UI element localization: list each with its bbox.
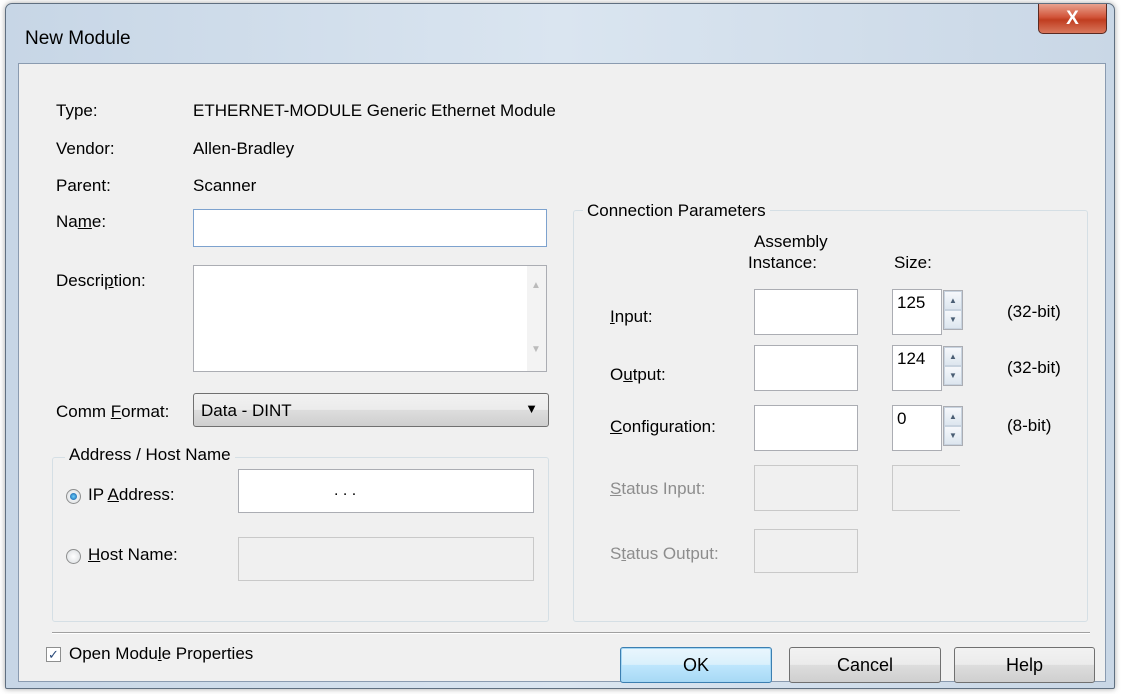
configuration-size-spinner[interactable]: ▲ ▼ bbox=[943, 406, 963, 446]
address-group-legend: Address / Host Name bbox=[65, 445, 235, 465]
check-icon: ✓ bbox=[48, 646, 59, 662]
comm-format-select[interactable]: Data - DINT ▼ bbox=[193, 393, 549, 427]
spin-down-icon[interactable]: ▼ bbox=[944, 310, 962, 329]
status-output-label: Status Output: bbox=[610, 544, 719, 563]
help-button[interactable]: Help bbox=[954, 647, 1095, 683]
input-assembly-instance[interactable] bbox=[754, 289, 858, 335]
assembly-header-line2: Instance: bbox=[748, 253, 817, 272]
close-icon: X bbox=[1066, 7, 1079, 29]
vendor-value: Allen-Bradley bbox=[193, 139, 295, 158]
spin-down-icon[interactable]: ▼ bbox=[944, 366, 962, 385]
spin-up-icon[interactable]: ▲ bbox=[944, 291, 962, 310]
output-size-spinner[interactable]: ▲ ▼ bbox=[943, 346, 963, 386]
host-name-input[interactable] bbox=[238, 537, 534, 581]
chevron-down-icon: ▼ bbox=[525, 401, 538, 416]
footer-divider bbox=[52, 632, 1090, 634]
parent-value: Scanner bbox=[193, 176, 257, 195]
description-label: Description: bbox=[56, 271, 146, 290]
output-assembly-instance[interactable] bbox=[754, 345, 858, 391]
ip-address-input[interactable]: . . . bbox=[238, 469, 534, 513]
output-label: Output: bbox=[610, 365, 666, 384]
dialog-body: Type: ETHERNET-MODULE Generic Ethernet M… bbox=[18, 63, 1106, 683]
dialog-title: New Module bbox=[25, 28, 131, 49]
ok-button[interactable]: OK bbox=[620, 647, 772, 683]
spin-up-icon[interactable]: ▲ bbox=[944, 347, 962, 366]
description-textarea[interactable]: ▲ ▼ bbox=[193, 265, 547, 372]
ip-address-radio[interactable] bbox=[66, 489, 81, 504]
input-size-spinner[interactable]: ▲ ▼ bbox=[943, 290, 963, 330]
host-name-radio[interactable] bbox=[66, 549, 81, 564]
type-value: ETHERNET-MODULE Generic Ethernet Module bbox=[193, 101, 556, 120]
parent-label: Parent: bbox=[56, 176, 111, 195]
configuration-size-field[interactable]: 0 bbox=[892, 405, 942, 451]
status-input-label: Status Input: bbox=[610, 479, 706, 498]
status-output-assembly-instance[interactable] bbox=[754, 529, 858, 573]
size-header: Size: bbox=[894, 253, 932, 272]
configuration-assembly-instance[interactable] bbox=[754, 405, 858, 451]
close-button[interactable]: X bbox=[1038, 4, 1107, 34]
vendor-label: Vendor: bbox=[56, 139, 115, 158]
comm-format-label: Comm Format: bbox=[56, 402, 170, 421]
input-size-unit: (32-bit) bbox=[1007, 302, 1061, 321]
open-module-properties-label: Open Module Properties bbox=[69, 644, 254, 663]
new-module-dialog: New Module X Type: ETHERNET-MODULE Gener… bbox=[5, 3, 1115, 689]
scroll-up-icon[interactable]: ▲ bbox=[531, 280, 541, 291]
status-input-size-field[interactable] bbox=[892, 465, 960, 511]
description-scrollbar[interactable]: ▲ ▼ bbox=[527, 266, 546, 371]
scroll-down-icon[interactable]: ▼ bbox=[531, 344, 541, 355]
ip-address-dots: . . . bbox=[334, 482, 357, 499]
spin-down-icon[interactable]: ▼ bbox=[944, 426, 962, 445]
assembly-header-line1: Assembly bbox=[754, 232, 828, 251]
configuration-label: Configuration: bbox=[610, 417, 716, 436]
type-label: Type: bbox=[56, 101, 98, 120]
connection-parameters-legend: Connection Parameters bbox=[583, 201, 770, 221]
open-module-properties-checkbox[interactable]: ✓ bbox=[46, 647, 61, 662]
name-label: Name: bbox=[56, 212, 107, 231]
cancel-button[interactable]: Cancel bbox=[789, 647, 941, 683]
spin-up-icon[interactable]: ▲ bbox=[944, 407, 962, 426]
host-name-label: Host Name: bbox=[88, 545, 178, 564]
comm-format-selected: Data - DINT bbox=[201, 401, 292, 420]
name-input[interactable] bbox=[193, 209, 547, 247]
output-size-unit: (32-bit) bbox=[1007, 358, 1061, 377]
input-label: Input: bbox=[610, 307, 653, 326]
ip-address-label: IP Address: bbox=[88, 485, 175, 504]
input-size-field[interactable]: 125 bbox=[892, 289, 942, 335]
status-input-assembly-instance[interactable] bbox=[754, 465, 858, 511]
configuration-size-unit: (8-bit) bbox=[1007, 416, 1052, 435]
output-size-field[interactable]: 124 bbox=[892, 345, 942, 391]
